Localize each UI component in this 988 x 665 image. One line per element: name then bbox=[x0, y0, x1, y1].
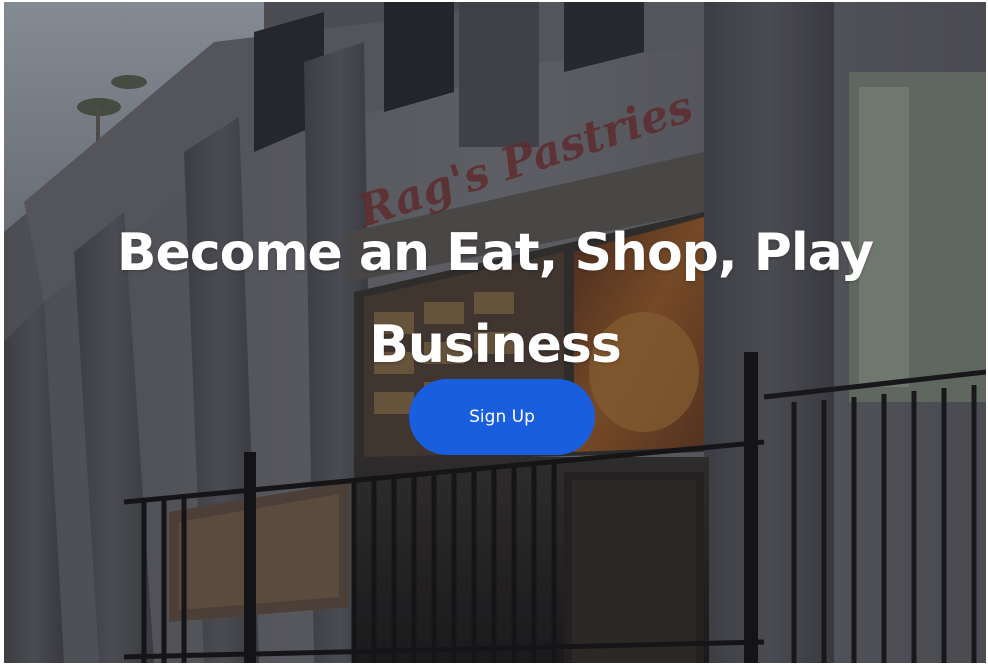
page-frame: Rag's Pastries Become an Eat, Shop, Play… bbox=[0, 0, 988, 665]
sign-up-button[interactable]: Sign Up bbox=[409, 379, 595, 455]
hero-title: Become an Eat, Shop, Play Business bbox=[4, 207, 986, 391]
hero-title-line-2: Business bbox=[369, 315, 622, 375]
hero-title-line-1: Become an Eat, Shop, Play bbox=[116, 223, 874, 283]
hero-banner: Rag's Pastries Become an Eat, Shop, Play… bbox=[4, 2, 986, 663]
